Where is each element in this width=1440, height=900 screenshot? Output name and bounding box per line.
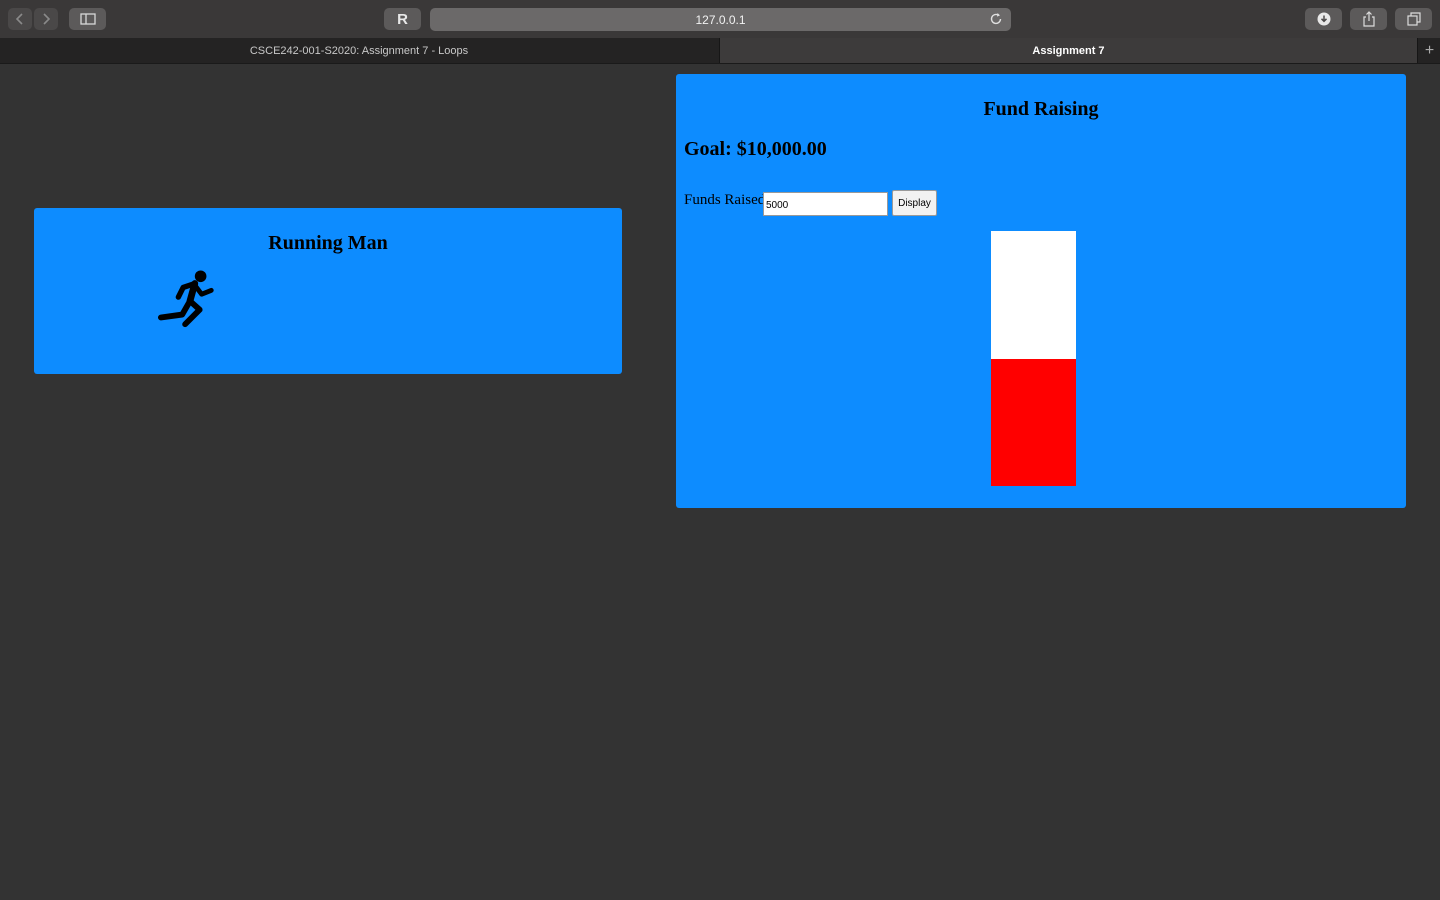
reader-button[interactable]: R bbox=[384, 8, 421, 30]
running-man-icon bbox=[158, 270, 214, 328]
tab-bar: CSCE242-001-S2020: Assignment 7 - Loops … bbox=[0, 38, 1440, 64]
fund-raising-card: Fund Raising Goal: $10,000.00 Funds Rais… bbox=[676, 74, 1406, 508]
progress-thermometer bbox=[991, 231, 1076, 486]
reload-icon[interactable] bbox=[989, 12, 1003, 26]
progress-fill bbox=[991, 358, 1076, 486]
address-bar[interactable]: 127.0.0.1 bbox=[430, 8, 1011, 31]
running-man-title: Running Man bbox=[268, 232, 388, 254]
display-button[interactable]: Display bbox=[892, 190, 937, 216]
tab-assignment-loops[interactable]: CSCE242-001-S2020: Assignment 7 - Loops bbox=[0, 38, 718, 63]
download-icon bbox=[1317, 12, 1330, 26]
sidebar-button[interactable] bbox=[69, 8, 106, 30]
funds-raised-label: Funds Raised: bbox=[684, 192, 770, 208]
running-man-card: Running Man bbox=[34, 208, 622, 374]
chevron-left-icon bbox=[15, 13, 23, 25]
forward-button[interactable] bbox=[34, 8, 58, 30]
downloads-button[interactable] bbox=[1305, 8, 1342, 30]
goal-heading: Goal: $10,000.00 bbox=[684, 138, 827, 160]
funds-raised-input[interactable] bbox=[763, 192, 888, 216]
back-button[interactable] bbox=[8, 8, 32, 30]
share-button[interactable] bbox=[1350, 8, 1387, 30]
tabs-icon bbox=[1406, 12, 1421, 26]
chevron-right-icon bbox=[43, 13, 51, 25]
tab-overview-button[interactable] bbox=[1395, 8, 1432, 30]
browser-toolbar: R 127.0.0.1 bbox=[0, 0, 1440, 39]
share-icon bbox=[1362, 11, 1375, 27]
address-text: 127.0.0.1 bbox=[695, 12, 746, 27]
new-tab-button[interactable]: + bbox=[1417, 38, 1440, 63]
fund-raising-title: Fund Raising bbox=[983, 98, 1099, 120]
tab-assignment-7[interactable]: Assignment 7 bbox=[719, 38, 1417, 63]
sidebar-icon bbox=[79, 13, 96, 25]
